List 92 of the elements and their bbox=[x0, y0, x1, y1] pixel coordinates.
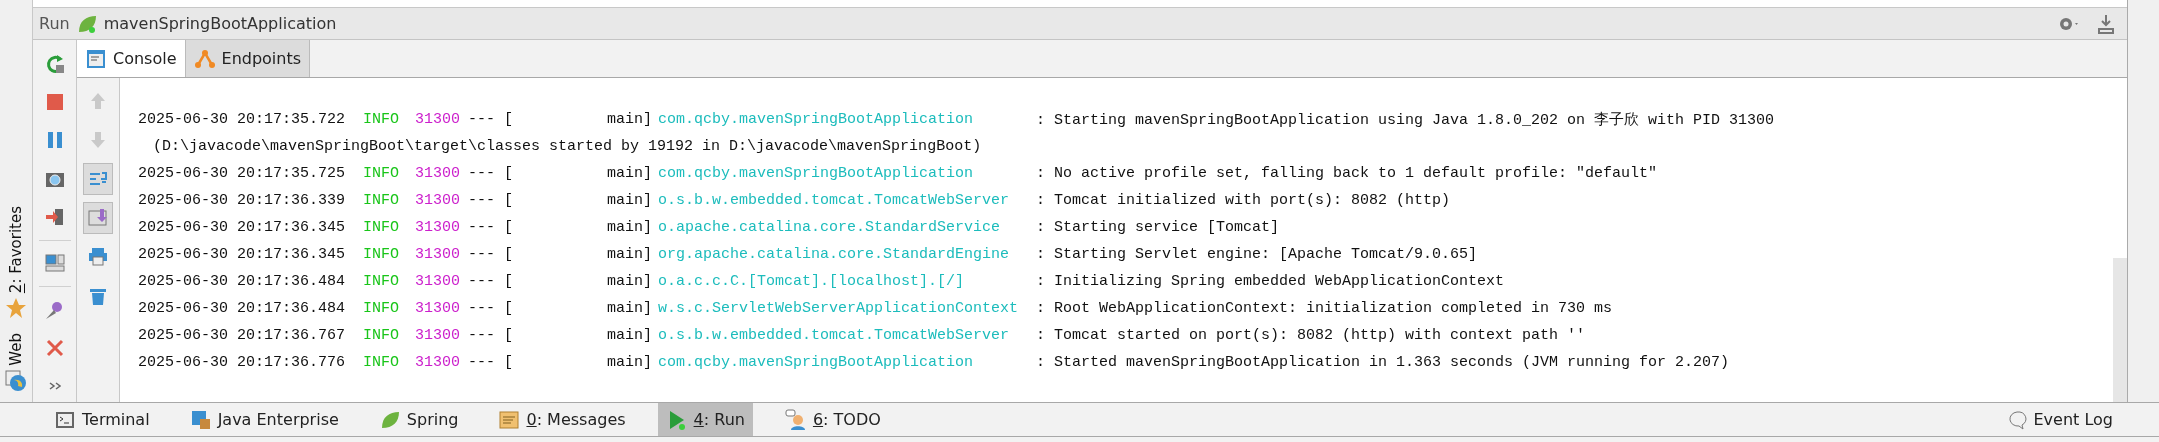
logger-name: com.qcby.mavenSpringBootApplication bbox=[657, 165, 975, 182]
console-icon bbox=[85, 47, 107, 70]
run-config-title: mavenSpringBootApplication bbox=[103, 14, 337, 33]
thread-name: main] bbox=[606, 354, 652, 371]
log-separator: --- [ bbox=[468, 192, 514, 209]
event-log-button[interactable]: Event Log bbox=[1999, 403, 2119, 436]
thread-name: main] bbox=[606, 327, 652, 344]
log-separator: --- [ bbox=[468, 165, 514, 182]
log-separator: --- [ bbox=[468, 300, 514, 317]
log-level: INFO bbox=[363, 192, 400, 209]
logger-name: o.s.b.w.embedded.tomcat.TomcatWebServer bbox=[657, 192, 1011, 209]
log-level: INFO bbox=[363, 300, 400, 317]
log-level: INFO bbox=[363, 327, 400, 344]
process-id: 31300 bbox=[415, 219, 461, 236]
log-message: : Initializing Spring embedded WebApplicationContext bbox=[1036, 273, 1506, 290]
thread-name: main] bbox=[606, 300, 652, 317]
log-message: (D:\javacode\mavenSpringBoot\target\classes started by 19192 in D:\javacode\mavenSpringBoot) bbox=[152, 138, 983, 155]
scroll-to-end-icon bbox=[87, 207, 109, 229]
logger-name: o.a.c.c.C.[Tomcat].[localhost].[/] bbox=[657, 273, 966, 290]
messages-icon bbox=[498, 408, 521, 431]
tab[interactable]: Console bbox=[77, 40, 186, 77]
thread-name: main] bbox=[606, 111, 652, 128]
layout-icon bbox=[43, 252, 66, 275]
globe-icon bbox=[5, 370, 27, 392]
log-separator: --- [ bbox=[468, 219, 514, 236]
star-icon bbox=[5, 297, 27, 320]
log-separator: --- [ bbox=[468, 246, 514, 263]
toolbar-button[interactable] bbox=[83, 163, 113, 195]
thread-name: main] bbox=[606, 165, 652, 182]
log-message: : Started mavenSpringBootApplication in 1.363 seconds (JVM running for 2.207) bbox=[1036, 354, 1731, 371]
panel-title: Run bbox=[39, 14, 70, 33]
process-id: 31300 bbox=[415, 165, 461, 182]
log-message: : Starting mavenSpringBootApplication using Java 1.8.0_202 on 李子欣 with PID 31300 bbox=[1036, 110, 1776, 129]
log-message: : Root WebApplicationContext: initialization completed in 730 ms bbox=[1036, 300, 1614, 317]
endpoints-icon bbox=[193, 47, 216, 70]
thread-name: main] bbox=[606, 246, 652, 263]
log-timestamp: 2025-06-30 20:17:35.722 bbox=[138, 111, 347, 128]
log-timestamp: 2025-06-30 20:17:36.776 bbox=[138, 354, 347, 371]
process-id: 31300 bbox=[415, 327, 461, 344]
log-timestamp: 2025-06-30 20:17:36.345 bbox=[138, 219, 347, 236]
process-id: 31300 bbox=[415, 246, 461, 263]
log-timestamp: 2025-06-30 20:17:36.484 bbox=[138, 273, 347, 290]
thread-name: main] bbox=[606, 192, 652, 209]
hide-icon bbox=[2095, 12, 2117, 35]
tool-window-tab[interactable]: Terminal bbox=[46, 403, 158, 436]
log-level: INFO bbox=[363, 219, 400, 236]
thread-name: main] bbox=[606, 273, 652, 290]
scrollbar[interactable] bbox=[2113, 258, 2127, 402]
toolbar-button[interactable] bbox=[83, 202, 113, 234]
todo-icon bbox=[784, 408, 807, 431]
enterprise-icon bbox=[189, 408, 212, 431]
log-message: : No active profile set, falling back to 1 default profile: "default" bbox=[1036, 165, 1659, 182]
log-message: : Tomcat initialized with port(s): 8082 (http) bbox=[1036, 192, 1452, 209]
logger-name: org.apache.catalina.core.StandardEngine bbox=[657, 246, 1011, 263]
more-icon bbox=[48, 382, 61, 391]
log-level: INFO bbox=[363, 273, 400, 290]
tab[interactable]: Endpoints bbox=[185, 40, 311, 77]
process-id: 31300 bbox=[415, 273, 461, 290]
log-separator: --- [ bbox=[468, 111, 514, 128]
log-separator: --- [ bbox=[468, 327, 514, 344]
log-separator: --- [ bbox=[468, 354, 514, 371]
log-timestamp: 2025-06-30 20:17:36.767 bbox=[138, 327, 347, 344]
log-timestamp: 2025-06-30 20:17:36.339 bbox=[138, 192, 347, 209]
logger-name: com.qcby.mavenSpringBootApplication bbox=[657, 354, 975, 371]
logger-name: o.s.b.w.embedded.tomcat.TomcatWebServer bbox=[657, 327, 1011, 344]
tool-window-button[interactable]: Web bbox=[5, 333, 27, 392]
log-timestamp: 2025-06-30 20:17:36.345 bbox=[138, 246, 347, 263]
log-level: INFO bbox=[363, 111, 400, 128]
log-message: : Starting service [Tomcat] bbox=[1036, 219, 1281, 236]
tool-window-tab[interactable]: 4: Run bbox=[657, 403, 753, 436]
log-level: INFO bbox=[363, 354, 400, 371]
thread-name: main] bbox=[606, 219, 652, 236]
log-separator: --- [ bbox=[468, 273, 514, 290]
log-message: : Tomcat started on port(s): 8082 (http) with context path '' bbox=[1036, 327, 1587, 344]
log-timestamp: 2025-06-30 20:17:36.484 bbox=[138, 300, 347, 317]
log-message: : Starting Servlet engine: [Apache Tomcat/9.0.65] bbox=[1036, 246, 1479, 263]
tool-window-tab[interactable]: 0: Messages bbox=[490, 403, 634, 436]
process-id: 31300 bbox=[415, 300, 461, 317]
log-level: INFO bbox=[363, 246, 400, 263]
print-icon bbox=[87, 246, 109, 268]
tool-window-tab[interactable]: 6: TODO bbox=[776, 403, 889, 436]
tool-window-tab[interactable]: Spring bbox=[370, 403, 467, 436]
process-id: 31300 bbox=[415, 354, 461, 371]
tool-window-tab[interactable]: Java Enterprise bbox=[181, 403, 347, 436]
logger-name: w.s.c.ServletWebServerApplicationContext bbox=[657, 300, 1020, 317]
log-level: INFO bbox=[363, 165, 400, 182]
process-id: 31300 bbox=[415, 111, 461, 128]
log-timestamp: 2025-06-30 20:17:35.725 bbox=[138, 165, 347, 182]
process-id: 31300 bbox=[415, 192, 461, 209]
tool-window-button[interactable]: 2: Favorites bbox=[5, 206, 27, 320]
logger-name: com.qcby.mavenSpringBootApplication bbox=[657, 111, 975, 128]
logger-name: o.apache.catalina.core.StandardService bbox=[657, 219, 1002, 236]
